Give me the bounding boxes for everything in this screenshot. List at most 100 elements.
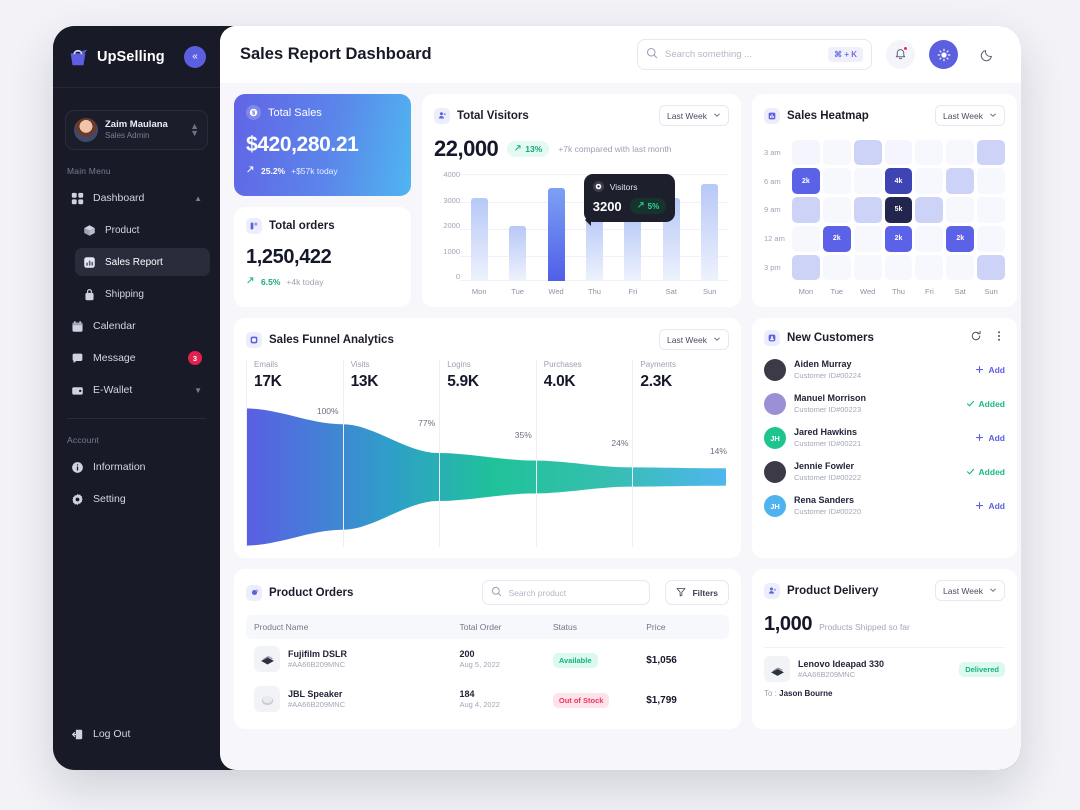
delivery-icon [764, 583, 780, 599]
notifications-button[interactable] [886, 40, 915, 69]
heatmap-cell[interactable]: 2k [946, 226, 974, 252]
heatmap-cell[interactable] [792, 140, 820, 166]
heatmap-cell[interactable] [915, 168, 943, 194]
sidebar-item-calendar[interactable]: Calendar [63, 312, 210, 340]
heatmap-cell[interactable] [792, 197, 820, 223]
grid-icon [71, 192, 84, 205]
sidebar-item-sales-report[interactable]: Sales Report [75, 248, 210, 276]
heatmap-cell[interactable] [854, 255, 882, 281]
delivery-product-name: Lenovo Ideapad 330 [798, 658, 951, 670]
sidebar-item-information[interactable]: Information [63, 453, 210, 481]
heatmap-cell[interactable] [946, 255, 974, 281]
chevron-down-icon [989, 586, 997, 596]
product-search[interactable] [482, 580, 650, 605]
collapse-sidebar-button[interactable]: « [184, 46, 206, 68]
heatmap-cell[interactable] [854, 168, 882, 194]
chart-bar[interactable] [548, 188, 565, 281]
table-row[interactable]: JBL Speaker#AA66B209MNC184Aug 4, 2022Out… [246, 679, 729, 719]
sidebar-item-e-wallet[interactable]: E-Wallet ▼ [63, 376, 210, 404]
y-tick: 1000 [434, 247, 460, 256]
sidebar-item-message[interactable]: Message 3 [63, 344, 210, 372]
heatmap-cell[interactable] [792, 226, 820, 252]
more-vertical-icon[interactable] [993, 329, 1005, 347]
search-input[interactable] [665, 49, 821, 60]
orders-icon [246, 218, 262, 234]
heatmap-cell[interactable] [854, 140, 882, 166]
heatmap-cell[interactable]: 4k [885, 168, 913, 194]
heatmap-cell[interactable] [885, 255, 913, 281]
heatmap-cell[interactable]: 5k [885, 197, 913, 223]
heatmap-cell[interactable]: 2k [885, 226, 913, 252]
heatmap-cell[interactable] [854, 197, 882, 223]
funnel-range-selector[interactable]: Last Week [659, 329, 729, 350]
chart-bar-column[interactable] [501, 170, 535, 281]
heatmap-cell[interactable] [946, 197, 974, 223]
heatmap-cell[interactable] [977, 197, 1005, 223]
search-icon [491, 584, 502, 602]
customer-name: Jared Hawkins [794, 427, 861, 439]
heatmap-cell[interactable] [823, 168, 851, 194]
heatmap-cell[interactable] [792, 255, 820, 281]
heatmap-cell[interactable]: 2k [792, 168, 820, 194]
heatmap-cell[interactable] [823, 255, 851, 281]
customer-action-button[interactable]: Add [975, 365, 1005, 376]
chart-bar[interactable] [624, 214, 641, 281]
customer-row: JHJared HawkinsCustomer ID#00221Add [764, 421, 1005, 455]
sidebar-item-product[interactable]: Product [75, 216, 210, 244]
total-visitors-title: Total Visitors [457, 110, 529, 122]
refresh-icon[interactable] [970, 329, 982, 347]
funnel-stage: Payments 2.3K 14% [632, 360, 729, 547]
global-search[interactable]: ⌘ + K [637, 39, 872, 70]
funnel-title: Sales Funnel Analytics [269, 334, 394, 346]
chart-bar[interactable] [701, 184, 718, 281]
total-sales-card: $ Total Sales $420,280.21 25.2% +$57k to… [234, 94, 411, 196]
heatmap-cell[interactable] [946, 140, 974, 166]
customer-action-button[interactable]: Added [966, 399, 1005, 410]
heatmap-cell[interactable] [977, 140, 1005, 166]
chart-bar[interactable] [471, 198, 488, 281]
heatmap-cell[interactable] [915, 197, 943, 223]
heatmap-cell[interactable] [854, 226, 882, 252]
heatmap-cell[interactable] [977, 226, 1005, 252]
heatmap-cell[interactable] [977, 255, 1005, 281]
table-row[interactable]: Fujifilm DSLR#AA66B209MNC200Aug 5, 2022A… [246, 639, 729, 679]
chart-bar[interactable] [509, 226, 526, 282]
heatmap-cell[interactable] [915, 226, 943, 252]
visitors-range-selector[interactable]: Last Week [659, 105, 729, 126]
brand: UpSelling « [53, 26, 220, 88]
heatmap-row: 2k 4k [792, 167, 1005, 196]
heatmap-cell[interactable] [946, 168, 974, 194]
delivery-range-value: Last Week [943, 586, 983, 596]
funnel-stage-value: 5.9K [447, 373, 536, 391]
chart-bar-column[interactable] [539, 170, 573, 281]
dark-mode-button[interactable] [972, 40, 1001, 69]
light-mode-button[interactable] [929, 40, 958, 69]
heatmap-cell[interactable] [823, 197, 851, 223]
sidebar-item-setting[interactable]: Setting [63, 485, 210, 513]
heatmap-cell[interactable] [823, 140, 851, 166]
sidebar-item-shipping[interactable]: Shipping [75, 280, 210, 308]
heatmap-cell[interactable] [915, 140, 943, 166]
heatmap-cell[interactable] [885, 140, 913, 166]
logout-button[interactable]: Log Out [63, 720, 230, 748]
delivery-item[interactable]: Lenovo Ideapad 330#AA66B209MNCDeliveredT… [764, 647, 1005, 698]
sidebar-item-dashboard[interactable]: Dashboard ▲ [63, 184, 210, 212]
heatmap-range-selector[interactable]: Last Week [935, 105, 1005, 126]
sales-heatmap-card: Sales Heatmap Last Week 3 am6 am9 am12 a… [752, 94, 1017, 307]
filters-button[interactable]: Filters [665, 580, 729, 605]
funnel-stage-pct: 24% [611, 438, 628, 448]
heatmap-cell[interactable]: 2k [823, 226, 851, 252]
customer-action-button[interactable]: Add [975, 501, 1005, 512]
delivery-range-selector[interactable]: Last Week [935, 580, 1005, 601]
info-icon [71, 461, 84, 474]
heatmap-cell[interactable] [915, 255, 943, 281]
chart-icon [83, 256, 96, 269]
chart-bar-column[interactable] [693, 170, 727, 281]
heatmap-cell[interactable] [977, 168, 1005, 194]
customer-action-button[interactable]: Added [966, 467, 1005, 478]
plus-icon [975, 501, 984, 512]
user-profile-card[interactable]: Zaim Maulana Sales Admin ▲▼ [65, 110, 208, 150]
customer-action-button[interactable]: Add [975, 433, 1005, 444]
product-search-input[interactable] [508, 588, 641, 598]
chart-bar-column[interactable] [462, 170, 496, 281]
